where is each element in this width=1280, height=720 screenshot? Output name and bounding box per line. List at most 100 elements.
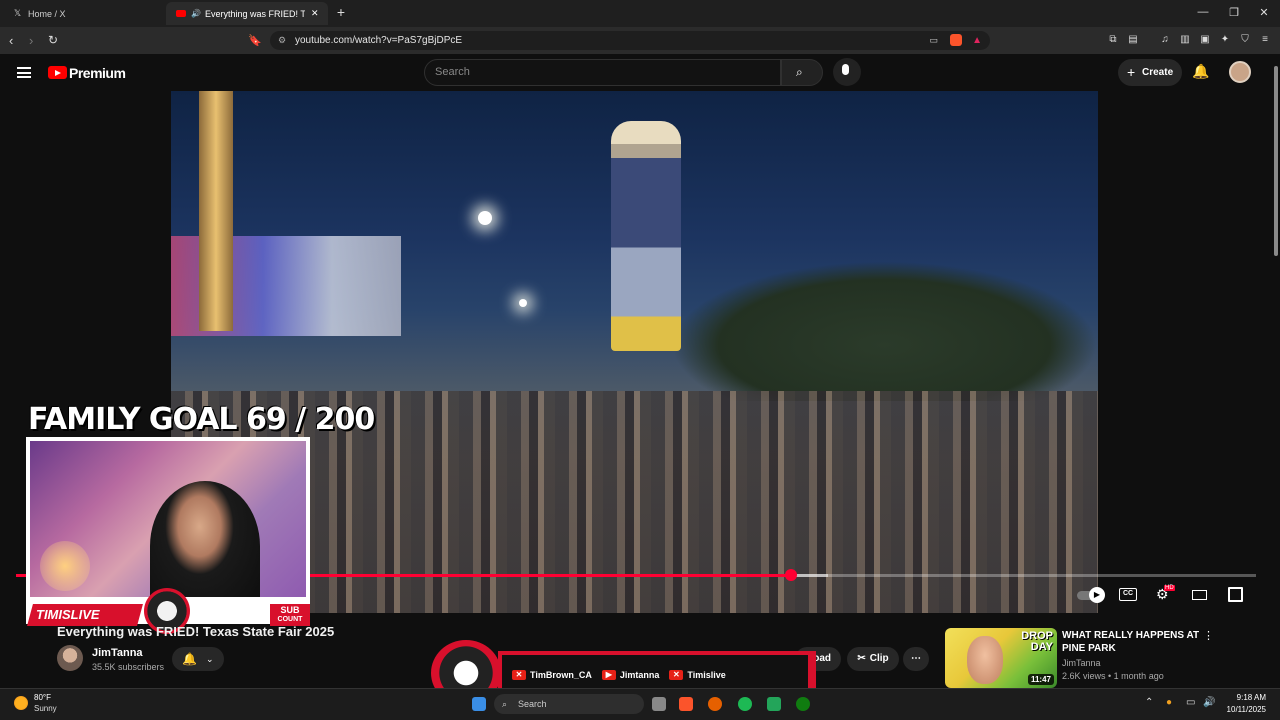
weather-sun-icon[interactable] — [14, 696, 28, 710]
webcam-person — [150, 481, 260, 597]
scrollbar-thumb[interactable] — [1274, 66, 1278, 256]
progress-scrubber-handle[interactable] — [785, 569, 797, 581]
reader-icon[interactable]: ▤ — [1127, 34, 1139, 46]
x-logo-icon: 𝕏 — [13, 8, 22, 18]
more-actions-button[interactable]: ⋯ — [903, 647, 929, 671]
create-button[interactable]: + Create — [1118, 59, 1182, 86]
tray-chevron-icon[interactable]: ⌃ — [1145, 697, 1153, 708]
firefox-icon[interactable] — [708, 697, 722, 711]
video-scene-light — [478, 211, 492, 225]
sidebar-icon[interactable]: ▥ — [1179, 34, 1191, 46]
social-handle: TimBrown_CA — [530, 670, 592, 680]
premium-logo-text[interactable]: Premium — [69, 65, 126, 81]
xbox-icon[interactable] — [796, 697, 810, 711]
tab-youtube-video[interactable]: 🔊 Everything was FRIED! Texas S ✕ — [166, 2, 328, 25]
windows-start-icon[interactable] — [472, 697, 486, 711]
voice-search-button[interactable] — [833, 58, 861, 86]
sub-count-badge: SUB COUNT — [270, 604, 310, 626]
channel-name[interactable]: JimTanna — [92, 647, 143, 659]
brave-browser-icon[interactable] — [679, 697, 693, 711]
captions-icon[interactable]: CC — [1119, 588, 1137, 601]
weather-condition[interactable]: Sunny — [34, 704, 57, 713]
file-explorer-icon[interactable] — [652, 697, 666, 711]
social-item: ▶ Jimtanna — [601, 670, 660, 680]
tray-microphone-icon[interactable]: ● — [1166, 697, 1172, 708]
weather-temperature[interactable]: 80°F — [34, 693, 51, 702]
sub-count-line1: SUB — [280, 605, 300, 615]
cast-icon[interactable]: ▭ — [929, 31, 938, 50]
autoplay-toggle[interactable]: ▶ — [1077, 586, 1105, 604]
reload-icon[interactable]: ↻ — [48, 33, 58, 47]
speaker-icon: 🔊 — [191, 9, 201, 18]
url-field[interactable]: ⚙ youtube.com/watch?v=PaS7gBjDPcE ▭ ▲ — [270, 31, 990, 50]
new-tab-button[interactable]: + — [333, 4, 349, 20]
notifications-bell-icon[interactable]: 🔔 — [1192, 63, 1209, 80]
hamburger-menu-icon[interactable] — [17, 67, 31, 78]
subscriber-count: 35.5K subscribers — [92, 662, 165, 672]
social-handle: Jimtanna — [619, 670, 660, 680]
taskbar-clock-date[interactable]: 10/11/2025 — [1222, 705, 1266, 714]
social-item: ✕ TimBrown_CA — [512, 670, 592, 680]
spotify-icon[interactable] — [738, 697, 752, 711]
close-tab-icon[interactable]: ✕ — [311, 8, 319, 19]
stream-goal-text: FAMILY GOAL 69 / 200 — [28, 402, 375, 437]
wallet-icon[interactable]: ▣ — [1199, 34, 1211, 46]
recommendation-channel[interactable]: JimTanna — [1062, 658, 1101, 668]
search-button[interactable]: ⌕ — [781, 59, 823, 86]
taskbar-clock-time[interactable]: 9:18 AM — [1236, 693, 1266, 702]
extensions-icon[interactable]: ⧉ — [1107, 34, 1119, 46]
video-scene-pillar — [199, 91, 233, 331]
discord-icon[interactable] — [767, 697, 781, 711]
chevron-down-icon: ⌄ — [206, 654, 214, 664]
theater-mode-icon[interactable] — [1192, 590, 1207, 600]
brand-label: TIMISLIVE — [36, 607, 100, 622]
recommendation-title[interactable]: WHAT REALLY HAPPENS AT PINE PARK — [1062, 629, 1202, 655]
fullscreen-icon[interactable] — [1228, 587, 1243, 602]
taskbar-search-input[interactable]: ⌕ Search — [494, 694, 644, 714]
recommendation-more-icon[interactable]: ⋮ — [1203, 629, 1214, 642]
microphone-icon — [842, 64, 849, 75]
restore-icon[interactable]: ❐ — [1226, 6, 1242, 19]
taskbar-search-label: Search — [518, 699, 547, 709]
vpn-icon[interactable]: ⛉ — [1239, 34, 1251, 46]
x-icon: ✕ — [669, 670, 684, 680]
minimize-icon[interactable]: — — [1195, 6, 1211, 18]
menu-icon[interactable]: ≡ — [1259, 34, 1271, 46]
forward-icon[interactable]: › — [29, 33, 33, 48]
video-scene-big-tex-statue — [611, 121, 681, 351]
brave-shield-icon[interactable] — [950, 34, 962, 46]
ai-icon[interactable]: ✦ — [1219, 34, 1231, 46]
subscribed-notification-button[interactable]: 🔔 ⌄ — [172, 647, 224, 671]
video-scene-light — [519, 299, 527, 307]
close-window-icon[interactable]: ✕ — [1256, 6, 1272, 19]
music-icon[interactable]: ♫ — [1159, 34, 1171, 46]
plus-icon: + — [1127, 64, 1136, 80]
clip-label: Clip — [869, 653, 889, 664]
tab-home-x[interactable]: 𝕏 Home / X — [2, 2, 162, 25]
bookmark-icon[interactable]: 🔖 — [248, 34, 262, 47]
url-text: youtube.com/watch?v=PaS7gBjDPcE — [295, 35, 463, 46]
browser-tab-bar: 𝕏 Home / X 🔊 Everything was FRIED! Texas… — [0, 0, 1280, 27]
video-player[interactable] — [171, 91, 1098, 613]
search-input[interactable]: Search — [424, 59, 781, 86]
rewards-icon[interactable]: ▲ — [972, 31, 982, 50]
tab-label: Everything was FRIED! Texas S — [204, 8, 305, 19]
tray-network-icon[interactable]: ▭ — [1186, 697, 1195, 708]
hd-badge: HD — [1164, 585, 1175, 591]
tray-volume-icon[interactable]: 🔊 — [1203, 697, 1215, 708]
youtube-icon — [176, 10, 186, 17]
thumbnail-text: DROP DAY — [1021, 630, 1053, 653]
more-icon: ⋯ — [911, 653, 921, 664]
back-icon[interactable]: ‹ — [9, 33, 13, 48]
video-scene-trees — [671, 261, 1098, 401]
video-title: Everything was FRIED! Texas State Fair 2… — [57, 624, 335, 639]
thumbnail-face — [967, 636, 1003, 684]
browser-address-bar: ‹ › ↻ 🔖 ⚙ youtube.com/watch?v=PaS7gBjDPc… — [0, 27, 1280, 54]
channel-avatar[interactable] — [57, 645, 83, 671]
account-avatar[interactable] — [1229, 61, 1251, 83]
clip-button[interactable]: ✂ Clip — [847, 647, 899, 671]
settings-gear-icon[interactable]: ⚙ HD — [1156, 585, 1175, 604]
recommendation-thumbnail[interactable]: DROP DAY 11:47 — [945, 628, 1057, 688]
site-info-icon[interactable]: ⚙ — [278, 31, 286, 50]
youtube-logo-icon[interactable] — [48, 66, 67, 79]
